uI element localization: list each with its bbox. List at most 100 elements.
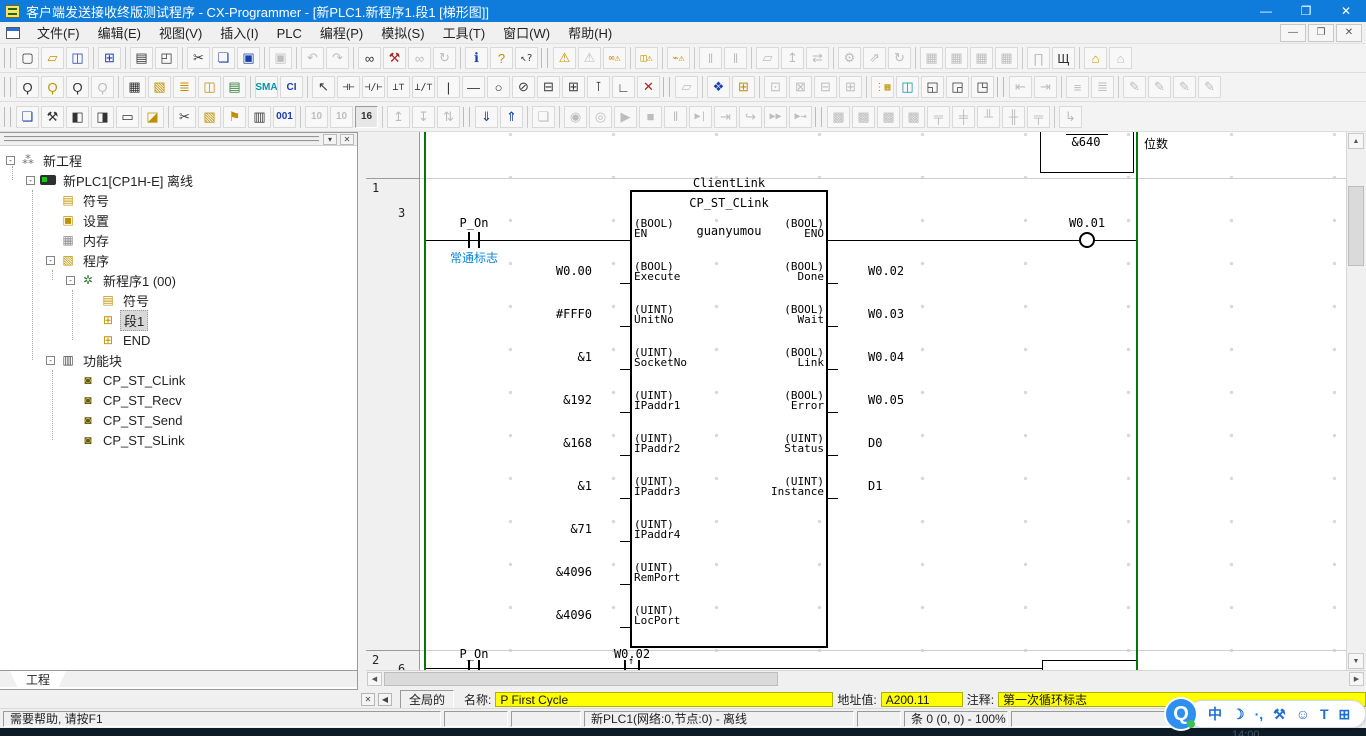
binary-display-button[interactable]: 001 <box>273 106 296 128</box>
contact-label[interactable]: W0.02 <box>614 647 650 661</box>
new-or-closed-contact-button[interactable]: ⊥/⊤ <box>412 76 435 98</box>
minimize-button[interactable]: — <box>1246 0 1286 22</box>
fb-output-operand[interactable]: W0.05 <box>868 393 904 407</box>
tree-item-符号-2[interactable]: ▤符号 <box>0 190 357 210</box>
new-up-instruction-button[interactable]: ⊺ <box>587 76 610 98</box>
redo-button[interactable]: ↷ <box>326 47 349 69</box>
tree-item-新程序1 (00)-6[interactable]: -✲新程序1 (00) <box>0 270 357 290</box>
toolbar-grip[interactable] <box>997 77 1004 97</box>
ime-emoji-icon[interactable]: ☺ <box>1296 706 1310 722</box>
rung-wrap-1-button[interactable]: ≡ <box>1066 76 1089 98</box>
rung-annotation-list-button[interactable]: ≣ <box>173 76 196 98</box>
new-closed-contact-button[interactable]: ⊣/⊢ <box>362 76 385 98</box>
fb-input-operand[interactable]: &192 <box>496 393 592 407</box>
pause-button[interactable]: ‖ <box>724 47 747 69</box>
transfer-fb-to-plc-button[interactable]: ⇓ <box>475 106 498 128</box>
go-rung-up-button[interactable]: ↥ <box>387 106 410 128</box>
scroll-up-button[interactable]: ▲ <box>1348 133 1364 149</box>
mem-view-1-button[interactable]: ▩ <box>827 106 850 128</box>
horizontal-scrollbar[interactable]: ◀ ▶ <box>366 670 1366 687</box>
copy-button[interactable]: ❏ <box>212 47 235 69</box>
cross-reference-button[interactable]: Щ <box>1052 47 1075 69</box>
fb-edit-3-button[interactable]: ⊟ <box>814 76 837 98</box>
panel-close-button[interactable]: ✕ <box>340 134 354 145</box>
tree-item-END-9[interactable]: ⊞END <box>0 330 357 350</box>
contact-bar[interactable] <box>478 660 480 670</box>
pause-simulator-button[interactable]: ‖ <box>699 47 722 69</box>
edit-pen-3-button[interactable]: ✎ <box>1173 76 1196 98</box>
fb-input-operand[interactable]: &1 <box>496 350 592 364</box>
new-coil-button[interactable]: ○ <box>487 76 510 98</box>
zoom-to-fit-button[interactable]: Ϙ <box>41 76 64 98</box>
io-comment-view-button[interactable]: ◫ <box>198 76 221 98</box>
contact-bar[interactable] <box>638 660 640 670</box>
tree-item-功能块-10[interactable]: -▥功能块 <box>0 350 357 370</box>
contact-bar[interactable] <box>468 232 470 248</box>
close-button[interactable]: ✕ <box>1326 0 1366 22</box>
view-build-button[interactable]: ⚒ <box>41 106 64 128</box>
contact-label[interactable]: P_On <box>460 216 489 230</box>
sim-run-to-button[interactable]: ▶⇥ <box>789 106 812 128</box>
mdi-restore-button[interactable]: ❐ <box>1308 24 1334 42</box>
edit-pen-4-button[interactable]: ✎ <box>1198 76 1221 98</box>
scroll-down-button[interactable]: ▼ <box>1348 653 1364 669</box>
window-view-2-button[interactable]: ◲ <box>946 76 969 98</box>
about-button[interactable]: ℹ <box>465 47 488 69</box>
replace-button[interactable]: ⚒ <box>383 47 406 69</box>
toolbar-grip[interactable] <box>663 77 670 97</box>
new-horizontal-line-button[interactable]: — <box>462 76 485 98</box>
hex-display-button[interactable]: 16 <box>355 106 378 128</box>
menu-v[interactable]: 视图(V) <box>150 24 211 43</box>
window-copy-button[interactable]: ❏ <box>532 106 555 128</box>
tree-item-设置-3[interactable]: ▣设置 <box>0 210 357 230</box>
edit-rung-comment-button[interactable]: ▧ <box>198 106 221 128</box>
tree-expander[interactable]: - <box>6 156 15 165</box>
line-connect-button[interactable]: ∟ <box>612 76 635 98</box>
net-view-3-button[interactable]: ╨ <box>977 106 1000 128</box>
scroll-right-button[interactable]: ▶ <box>1349 672 1364 686</box>
set-password-button[interactable]: ⌂ <box>1084 47 1107 69</box>
fb-input-operand[interactable]: &168 <box>496 436 592 450</box>
find-in-project-button[interactable]: ∞ <box>408 47 431 69</box>
toolbar-grip[interactable] <box>4 77 11 97</box>
paste-special-button[interactable]: ▣ <box>269 47 292 69</box>
ime-logo-icon[interactable]: Q <box>1164 697 1198 731</box>
rung-comment-button[interactable]: ▧ <box>148 76 171 98</box>
undo-button[interactable]: ↶ <box>301 47 324 69</box>
fb-edit-1-button[interactable]: ⊡ <box>764 76 787 98</box>
line-delete-button[interactable]: ✕ <box>637 76 660 98</box>
sim-run-fast-button[interactable]: ▶▶ <box>764 106 787 128</box>
watch-flag-button[interactable]: ⚑ <box>223 106 246 128</box>
fb-edit-4-button[interactable]: ⊞ <box>839 76 862 98</box>
change-address-button[interactable]: ↻ <box>433 47 456 69</box>
menu-i[interactable]: 插入(I) <box>211 24 267 43</box>
menu-s[interactable]: 模拟(S) <box>372 24 433 43</box>
find-report-button[interactable]: ∞⚠ <box>603 47 626 69</box>
sim-step-out-button[interactable]: ↪ <box>739 106 762 128</box>
contact-bar[interactable] <box>468 660 470 670</box>
toolbar-grip[interactable] <box>541 48 548 68</box>
fb-calendar-button[interactable]: ⊞ <box>732 76 755 98</box>
panel-menu-button[interactable]: ▾ <box>323 134 337 145</box>
ladder-editor[interactable]: 1326 &640位数P_On常通标志W0.01ClientLinkCP_ST_… <box>366 132 1346 670</box>
new-inverted-instruction-button[interactable]: ⊞ <box>562 76 585 98</box>
contact-bar[interactable] <box>624 660 626 670</box>
edit-mode-button[interactable]: ▱ <box>675 76 698 98</box>
menu-t[interactable]: 工具(T) <box>434 24 495 43</box>
page-setup-button[interactable]: ⊞ <box>98 47 121 69</box>
output-coil[interactable] <box>1079 232 1095 248</box>
scroll-left-button[interactable]: ◀ <box>367 672 382 686</box>
window-view-3-button[interactable]: ◳ <box>971 76 994 98</box>
tree-expander[interactable]: - <box>46 356 55 365</box>
tree-item-内存-4[interactable]: ▦内存 <box>0 230 357 250</box>
print-button[interactable]: ▤ <box>130 47 153 69</box>
tree-item-程序-5[interactable]: -▧程序 <box>0 250 357 270</box>
indent-right-button[interactable]: ⇥ <box>1034 76 1057 98</box>
toggle-grid-button[interactable]: ▦ <box>123 76 146 98</box>
mem-view-4-button[interactable]: ▩ <box>902 106 925 128</box>
contact-bar[interactable] <box>478 232 480 248</box>
sim-step-in-button[interactable]: ⇥ <box>714 106 737 128</box>
new-contact-button[interactable]: ⊣⊢ <box>337 76 360 98</box>
ime-tools-icon[interactable]: ⚒ <box>1273 706 1286 723</box>
step-trace-button[interactable]: ∏ <box>1027 47 1050 69</box>
